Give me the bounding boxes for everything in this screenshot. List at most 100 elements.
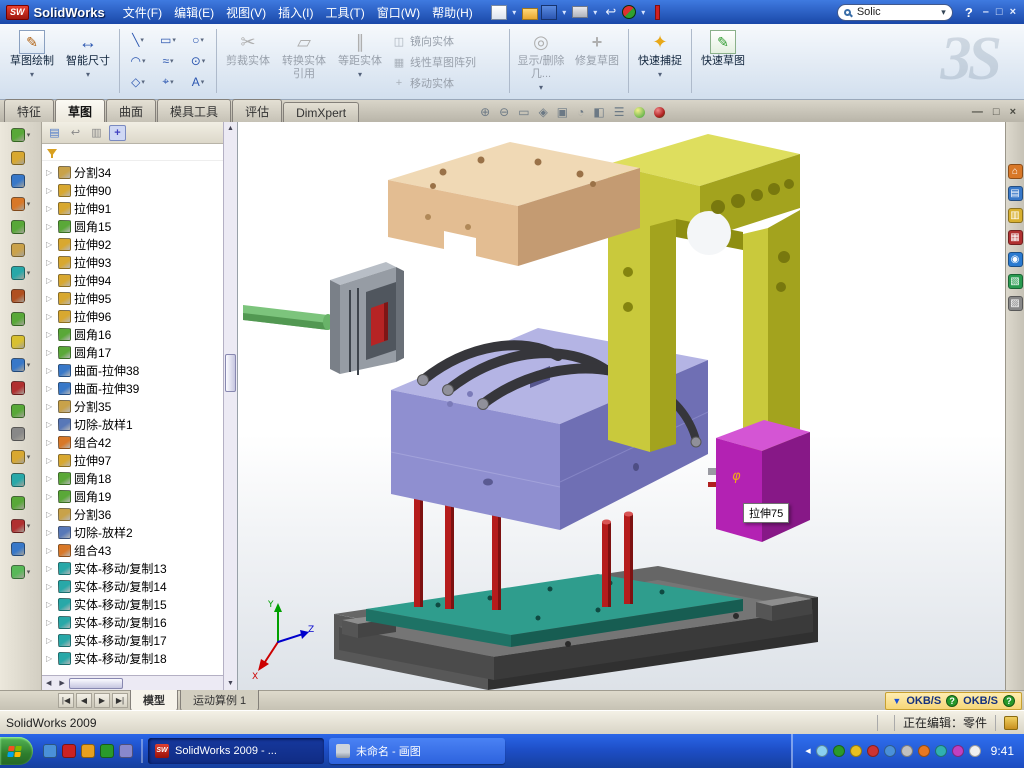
menu-item[interactable]: 插入(I) [272, 2, 319, 23]
standard-toolbar-icon[interactable] [560, 5, 569, 20]
part-top-plate[interactable] [388, 142, 640, 266]
command-tab[interactable]: 模具工具 [157, 99, 231, 122]
nav-last-button[interactable]: ▶| [112, 693, 128, 708]
tray-icon[interactable] [867, 745, 879, 757]
left-toolbar-button[interactable]: ▾ [11, 427, 31, 441]
expand-arrow-icon[interactable]: ▷ [46, 348, 55, 357]
expand-arrow-icon[interactable]: ▷ [46, 186, 55, 195]
scroll-down-icon[interactable]: ▼ [227, 677, 234, 690]
tree-crosshair-icon[interactable]: + [109, 125, 126, 141]
part-magenta-block[interactable]: φ [716, 420, 810, 542]
feature-tree-item[interactable]: ▷ 分割35 [42, 397, 223, 415]
tree-filter-row[interactable] [42, 144, 237, 161]
command-tab[interactable]: 评估 [232, 99, 282, 122]
scroll-up-icon[interactable]: ▲ [227, 122, 234, 135]
tree-vertical-scrollbar[interactable]: ▲ ▼ [223, 122, 237, 690]
left-toolbar-button[interactable]: ▾ [11, 358, 31, 372]
menu-item[interactable]: 帮助(H) [426, 2, 479, 23]
sketch-entity-button[interactable]: ≈ ▾ [153, 50, 183, 71]
nav-prev-button[interactable]: ◀ [76, 693, 92, 708]
feature-tree-item[interactable]: ▷ 实体-移动/复制15 [42, 595, 223, 613]
feature-tree-item[interactable]: ▷ 圆角18 [42, 469, 223, 487]
tree-back-icon[interactable]: ↩ [67, 125, 84, 141]
feature-tree-item[interactable]: ▷ 实体-移动/复制18 [42, 649, 223, 667]
doc-close-button[interactable]: × [1010, 106, 1016, 118]
sketch-entity-button[interactable]: ⊙ ▾ [183, 50, 213, 71]
command-tab[interactable]: 草图 [55, 99, 105, 122]
standard-toolbar-icon[interactable] [639, 5, 648, 20]
task-pane-icon[interactable]: ▧ [1008, 274, 1023, 289]
sketch-entity-button[interactable]: A ▾ [183, 71, 213, 92]
status-clipboard-icon[interactable] [1004, 716, 1018, 730]
viewport-3d-model[interactable]: φ [238, 122, 1005, 690]
task-pane-icon[interactable]: ⌂ [1008, 164, 1023, 179]
tree-horizontal-scrollbar[interactable]: ◀ ▶ [42, 675, 223, 690]
feature-tree-item[interactable]: ▷ 分割34 [42, 163, 223, 181]
expand-arrow-icon[interactable]: ▷ [46, 258, 55, 267]
feature-tree-item[interactable]: ▷ 曲面-拉伸39 [42, 379, 223, 397]
mirror-entities-button[interactable]: ◫ 镜向实体 [388, 31, 506, 51]
sketch-entity-button[interactable]: ○ ▾ [183, 29, 213, 50]
command-tab[interactable]: 特征 [4, 99, 54, 122]
display-delete-relations-button[interactable]: ◎ 显示/删除几... ▾ [513, 27, 569, 95]
trim-entities-button[interactable]: ✂ 剪裁实体 [220, 27, 276, 95]
expand-arrow-icon[interactable]: ▷ [46, 618, 55, 627]
command-tab[interactable]: DimXpert [283, 102, 359, 122]
expand-arrow-icon[interactable]: ▷ [46, 294, 55, 303]
tray-icon[interactable] [901, 745, 913, 757]
left-toolbar-button[interactable]: ▾ [11, 289, 31, 303]
expand-arrow-icon[interactable]: ▷ [46, 420, 55, 429]
expand-arrow-icon[interactable]: ▷ [46, 276, 55, 285]
expand-arrow-icon[interactable]: ▷ [46, 600, 55, 609]
expand-arrow-icon[interactable]: ▷ [46, 456, 55, 465]
left-toolbar-button[interactable]: ▾ [11, 496, 31, 510]
scroll-thumb[interactable] [69, 678, 123, 689]
quick-snaps-button[interactable]: ✦ 快速捕捉 ▾ [632, 27, 688, 95]
feature-tree-item[interactable]: ▷ 圆角17 [42, 343, 223, 361]
sketch-entity-button[interactable]: ▭ ▾ [153, 29, 183, 50]
expand-arrow-icon[interactable]: ▷ [46, 204, 55, 213]
menu-item[interactable]: 工具(T) [319, 2, 370, 23]
sketch-draw-button[interactable]: ✎ 草图绘制 ▾ [4, 27, 60, 95]
left-toolbar-button[interactable]: ▾ [11, 381, 31, 395]
expand-arrow-icon[interactable]: ▷ [46, 582, 55, 591]
tray-icon[interactable] [935, 745, 947, 757]
left-toolbar-button[interactable]: ▾ [11, 243, 31, 257]
sketch-entity-button[interactable]: ◇ ▾ [123, 71, 153, 92]
feature-tree-item[interactable]: ▷ 实体-移动/复制17 [42, 631, 223, 649]
feature-tree-item[interactable]: ▷ 实体-移动/复制14 [42, 577, 223, 595]
tree-layers-icon[interactable]: ▤ [46, 125, 63, 141]
expand-arrow-icon[interactable]: ▷ [46, 222, 55, 231]
tray-icon[interactable] [833, 745, 845, 757]
model-tab[interactable]: 运动算例 1 [180, 690, 259, 712]
feature-tree-item[interactable]: ▷ 拉伸92 [42, 235, 223, 253]
feature-tree-item[interactable]: ▷ 圆角19 [42, 487, 223, 505]
scroll-right-icon[interactable]: ▶ [55, 679, 68, 687]
left-toolbar-button[interactable]: ▾ [11, 220, 31, 234]
linear-sketch-pattern-button[interactable]: ▦ 线性草图阵列 [388, 52, 506, 72]
left-toolbar-button[interactable]: ▾ [11, 174, 31, 188]
rapid-sketch-button[interactable]: ✎ 快速草图 [695, 27, 751, 95]
quicklaunch-icon[interactable] [62, 744, 76, 758]
feature-tree-item[interactable]: ▷ 拉伸91 [42, 199, 223, 217]
menu-item[interactable]: 窗口(W) [371, 2, 426, 23]
tray-icon[interactable] [918, 745, 930, 757]
taskbar-task[interactable]: 未命名 - 画图 [329, 738, 505, 764]
standard-toolbar-icon[interactable] [541, 5, 557, 20]
standard-toolbar-icon[interactable] [491, 5, 507, 20]
expand-arrow-icon[interactable]: ▷ [46, 330, 55, 339]
feature-tree-item[interactable]: ▷ 圆角15 [42, 217, 223, 235]
nav-next-button[interactable]: ▶ [94, 693, 110, 708]
quicklaunch-icon[interactable] [43, 744, 57, 758]
expand-arrow-icon[interactable]: ▷ [46, 402, 55, 411]
menu-item[interactable]: 编辑(E) [168, 2, 220, 23]
view-tool-icon[interactable]: ◔ [577, 105, 584, 119]
left-toolbar-button[interactable]: ▾ [11, 266, 31, 280]
expand-arrow-icon[interactable]: ▷ [46, 474, 55, 483]
left-toolbar-button[interactable]: ▾ [11, 519, 31, 533]
appearance-ball-icon[interactable] [634, 107, 645, 118]
feature-tree-item[interactable]: ▷ 切除-放样2 [42, 523, 223, 541]
left-toolbar-button[interactable]: ▾ [11, 404, 31, 418]
tray-icon[interactable] [884, 745, 896, 757]
feature-tree-item[interactable]: ▷ 拉伸96 [42, 307, 223, 325]
